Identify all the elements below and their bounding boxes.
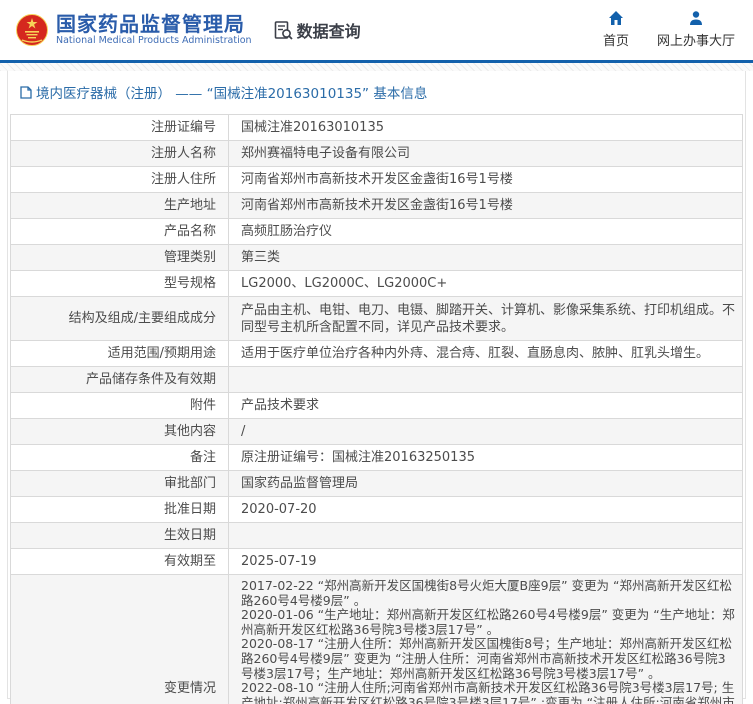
agency-title: 国家药品监督管理局 bbox=[56, 13, 252, 35]
row-value: 第三类 bbox=[229, 245, 743, 271]
row-value: 产品技术要求 bbox=[229, 393, 743, 419]
change-record: 2017-02-22 “郑州高新开发区国槐街8号火炬大厦B座9层” 变更为 “郑… bbox=[241, 579, 738, 608]
hatch-strip bbox=[0, 63, 753, 71]
data-query-section: 数据查询 bbox=[274, 18, 361, 42]
nav-home[interactable]: 首页 bbox=[603, 10, 629, 49]
row-label: 产品储存条件及有效期 bbox=[11, 367, 229, 393]
agency-title-block: 国家药品监督管理局 National Medical Products Admi… bbox=[56, 13, 252, 47]
row-value: 2020-07-20 bbox=[229, 497, 743, 523]
row-value: 2025-07-19 bbox=[229, 549, 743, 575]
table-row: 结构及组成/主要组成成分 产品由主机、电钳、电刀、电镊、脚踏开关、计算机、影像采… bbox=[11, 297, 743, 341]
table-row: 生效日期 bbox=[11, 523, 743, 549]
row-value: 适用于医疗单位治疗各种内外痔、混合痔、肛裂、直肠息肉、脓肿、肛乳头增生。 bbox=[229, 341, 743, 367]
table-row: 审批部门 国家药品监督管理局 bbox=[11, 471, 743, 497]
row-value: 国家药品监督管理局 bbox=[229, 471, 743, 497]
breadcrumb: 境内医疗器械（注册） —— “国械注准20163010135” 基本信息 bbox=[8, 71, 745, 111]
row-label: 批准日期 bbox=[11, 497, 229, 523]
content-panel: 境内医疗器械（注册） —— “国械注准20163010135” 基本信息 注册证… bbox=[7, 71, 746, 699]
row-value: 产品由主机、电钳、电刀、电镊、脚踏开关、计算机、影像采集系统、打印机组成。不同型… bbox=[229, 297, 743, 341]
row-value: 河南省郑州市高新技术开发区金盏街16号1号楼 bbox=[229, 167, 743, 193]
header-nav: 首页 网上办事大厅 bbox=[603, 10, 735, 49]
row-label: 其他内容 bbox=[11, 419, 229, 445]
row-value bbox=[229, 367, 743, 393]
row-value: / bbox=[229, 419, 743, 445]
row-label: 产品名称 bbox=[11, 219, 229, 245]
table-row: 批准日期 2020-07-20 bbox=[11, 497, 743, 523]
change-record: 2022-08-10 “注册人住所;河南省郑州市高新技术开发区红松路36号院3号… bbox=[241, 681, 738, 704]
nav-home-label: 首页 bbox=[603, 30, 629, 49]
change-record: 2020-01-06 “生产地址：郑州高新开发区红松路260号4号楼9层” 变更… bbox=[241, 608, 738, 637]
nav-service-hall[interactable]: 网上办事大厅 bbox=[657, 10, 735, 49]
change-record: 2020-08-17 “注册人住所：郑州高新开发区国槐街8号；生产地址：郑州高新… bbox=[241, 637, 738, 681]
table-row: 适用范围/预期用途 适用于医疗单位治疗各种内外痔、混合痔、肛裂、直肠息肉、脓肿、… bbox=[11, 341, 743, 367]
row-value: 高频肛肠治疗仪 bbox=[229, 219, 743, 245]
row-label: 变更情况 bbox=[11, 575, 229, 704]
nav-service-hall-label: 网上办事大厅 bbox=[657, 30, 735, 49]
row-label: 注册人名称 bbox=[11, 141, 229, 167]
table-row: 注册证编号 国械注准20163010135 bbox=[11, 115, 743, 141]
change-history-value: 2017-02-22 “郑州高新开发区国槐街8号火炬大厦B座9层” 变更为 “郑… bbox=[229, 575, 743, 704]
row-label: 审批部门 bbox=[11, 471, 229, 497]
row-label: 有效期至 bbox=[11, 549, 229, 575]
person-icon bbox=[688, 10, 704, 26]
row-value: 河南省郑州市高新技术开发区金盏街16号1号楼 bbox=[229, 193, 743, 219]
row-label: 结构及组成/主要组成成分 bbox=[11, 297, 229, 341]
row-label: 管理类别 bbox=[11, 245, 229, 271]
nmpa-emblem-icon bbox=[16, 14, 48, 46]
table-row: 注册人名称 郑州赛福特电子设备有限公司 bbox=[11, 141, 743, 167]
document-icon bbox=[20, 86, 32, 99]
table-row: 备注 原注册证编号：国械注准20163250135 bbox=[11, 445, 743, 471]
breadcrumb-text: 境内医疗器械（注册） —— “国械注准20163010135” 基本信息 bbox=[36, 82, 427, 102]
row-value: 郑州赛福特电子设备有限公司 bbox=[229, 141, 743, 167]
home-icon bbox=[608, 10, 624, 26]
row-label: 生效日期 bbox=[11, 523, 229, 549]
registration-table: 注册证编号 国械注准20163010135 注册人名称 郑州赛福特电子设备有限公… bbox=[10, 114, 743, 704]
agency-subtitle: National Medical Products Administration bbox=[56, 35, 252, 47]
table-row: 生产地址 河南省郑州市高新技术开发区金盏街16号1号楼 bbox=[11, 193, 743, 219]
table-row: 管理类别 第三类 bbox=[11, 245, 743, 271]
row-label: 注册证编号 bbox=[11, 115, 229, 141]
top-header: 国家药品监督管理局 National Medical Products Admi… bbox=[0, 0, 753, 60]
row-label: 型号规格 bbox=[11, 271, 229, 297]
table-row: 其他内容 / bbox=[11, 419, 743, 445]
table-row: 型号规格 LG2000、LG2000C、LG2000C+ bbox=[11, 271, 743, 297]
table-row: 附件 产品技术要求 bbox=[11, 393, 743, 419]
table-row: 产品名称 高频肛肠治疗仪 bbox=[11, 219, 743, 245]
row-label: 备注 bbox=[11, 445, 229, 471]
data-query-label: 数据查询 bbox=[297, 18, 361, 42]
table-row-change-history: 变更情况 2017-02-22 “郑州高新开发区国槐街8号火炬大厦B座9层” 变… bbox=[11, 575, 743, 704]
registration-table-wrap: 注册证编号 国械注准20163010135 注册人名称 郑州赛福特电子设备有限公… bbox=[8, 111, 745, 704]
row-label: 注册人住所 bbox=[11, 167, 229, 193]
row-value: 原注册证编号：国械注准20163250135 bbox=[229, 445, 743, 471]
row-label: 附件 bbox=[11, 393, 229, 419]
table-row: 产品储存条件及有效期 bbox=[11, 367, 743, 393]
table-row: 注册人住所 河南省郑州市高新技术开发区金盏街16号1号楼 bbox=[11, 167, 743, 193]
row-label: 适用范围/预期用途 bbox=[11, 341, 229, 367]
row-label: 生产地址 bbox=[11, 193, 229, 219]
table-row: 有效期至 2025-07-19 bbox=[11, 549, 743, 575]
data-query-icon bbox=[274, 21, 293, 40]
row-value bbox=[229, 523, 743, 549]
row-value: 国械注准20163010135 bbox=[229, 115, 743, 141]
row-value: LG2000、LG2000C、LG2000C+ bbox=[229, 271, 743, 297]
